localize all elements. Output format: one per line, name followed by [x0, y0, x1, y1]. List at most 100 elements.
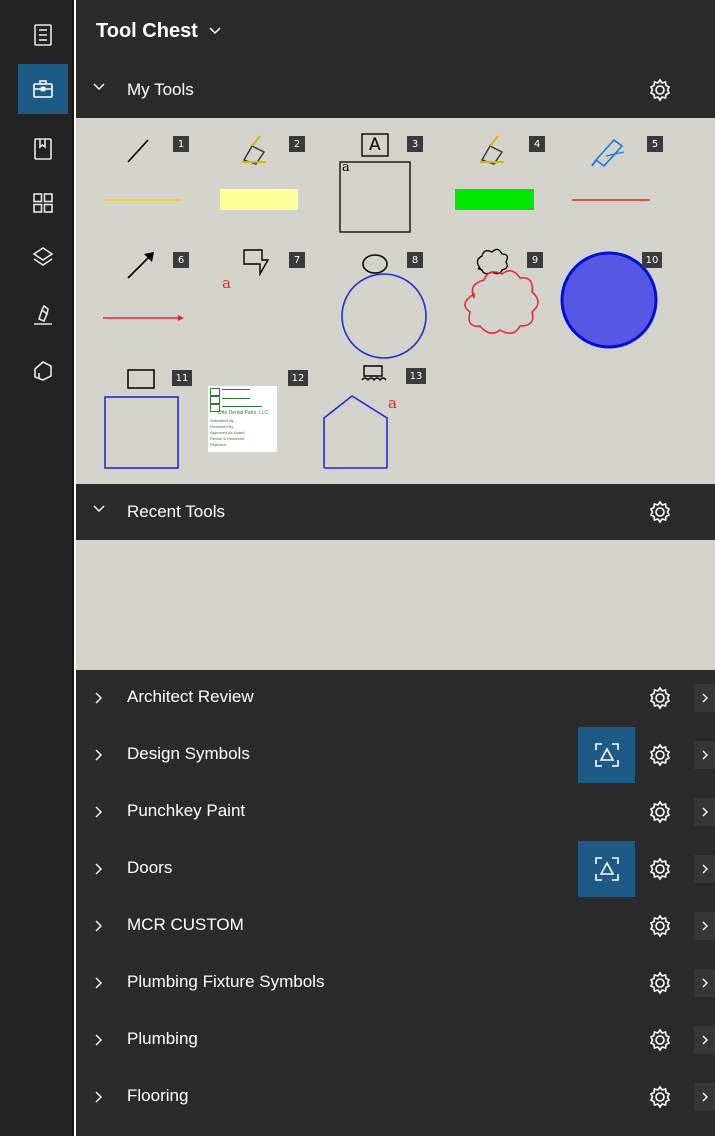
chevron-right-icon[interactable] — [94, 976, 104, 990]
expand-arrow[interactable] — [694, 684, 715, 712]
chevron-right-icon — [702, 1092, 708, 1102]
chevron-down-icon[interactable] — [92, 504, 106, 514]
recent-tools-area — [76, 540, 715, 670]
tool-number-badge: 7 — [289, 252, 305, 268]
polyline-text-sample: a — [388, 394, 397, 412]
gear-icon[interactable] — [648, 500, 672, 524]
gear-icon[interactable] — [648, 1085, 672, 1109]
chevron-right-icon — [702, 978, 708, 988]
bookmarks-icon[interactable] — [18, 124, 68, 174]
chevron-right-icon — [702, 750, 708, 760]
expand-arrow[interactable] — [694, 969, 715, 997]
rectangle-tool[interactable] — [104, 369, 179, 469]
panel-title: Tool Chest — [96, 19, 198, 42]
category-row[interactable]: Punchkey Paint — [76, 784, 715, 840]
chevron-right-icon[interactable] — [94, 1090, 104, 1104]
layers-icon[interactable] — [18, 232, 68, 282]
chevron-down-icon[interactable] — [208, 26, 222, 36]
tool-number-badge: 12 — [288, 370, 308, 386]
text-box-label: A — [369, 135, 381, 155]
chevron-right-icon — [702, 921, 708, 931]
properties-icon[interactable] — [18, 10, 68, 60]
category-row[interactable]: MCR CUSTOM — [76, 898, 715, 954]
thumbnails-icon[interactable] — [18, 178, 68, 228]
expand-arrow[interactable] — [694, 798, 715, 826]
section-header-recent-tools[interactable]: Recent Tools — [76, 484, 715, 540]
tool-number-badge: 8 — [407, 252, 423, 268]
category-label: Plumbing — [127, 1029, 198, 1048]
my-tools-area: 1 2 3 4 5 6 7 8 9 10 11 12 13 A a a a — [76, 118, 715, 484]
expand-arrow[interactable] — [694, 855, 715, 883]
stamp-line: Rejected — [210, 442, 226, 447]
tool-number-badge: 4 — [529, 136, 545, 152]
expand-arrow[interactable] — [694, 1026, 715, 1054]
category-label: Punchkey Paint — [127, 801, 246, 820]
category-row[interactable]: Design Symbols — [76, 727, 715, 783]
tool-drawings — [103, 133, 658, 469]
tool-number-badge: 9 — [527, 252, 543, 268]
capture-button[interactable] — [578, 841, 635, 897]
stamp-thumbnail[interactable]: Otto Dental Parts, LLC Submitted By Revi… — [207, 385, 278, 453]
chevron-right-icon — [702, 1035, 708, 1045]
category-row[interactable]: Architect Review — [76, 670, 715, 726]
left-icon-rail — [0, 0, 74, 1136]
gear-icon[interactable] — [648, 686, 672, 710]
tool-number-badge: 13 — [406, 368, 426, 384]
panel-title-bar[interactable]: Tool Chest — [76, 0, 715, 62]
tool-number-badge: 3 — [407, 136, 423, 152]
tool-number-badge: 5 — [647, 136, 663, 152]
chevron-right-icon[interactable] — [94, 862, 104, 876]
category-label: Plumbing Fixture Symbols — [127, 972, 325, 991]
line-tool[interactable] — [103, 139, 181, 201]
capture-button[interactable] — [578, 727, 635, 783]
chevron-down-icon[interactable] — [92, 82, 106, 92]
toolbox-icon[interactable] — [18, 64, 68, 114]
callout-text-sample: a — [222, 274, 231, 292]
section-header-my-tools[interactable]: My Tools — [76, 62, 715, 118]
gear-icon[interactable] — [648, 78, 672, 102]
section-label: My Tools — [127, 80, 194, 99]
category-row[interactable]: Flooring — [76, 1069, 715, 1125]
chevron-right-icon — [702, 693, 708, 703]
highlighter-tool-green[interactable] — [455, 135, 534, 210]
chevron-right-icon[interactable] — [94, 748, 104, 762]
category-label: Design Symbols — [127, 744, 250, 763]
spaces-icon[interactable] — [18, 346, 68, 396]
tool-number-badge: 2 — [289, 136, 305, 152]
stamp-title: Otto Dental Parts, LLC — [217, 410, 269, 416]
gear-icon[interactable] — [648, 800, 672, 824]
category-row[interactable]: Plumbing — [76, 1012, 715, 1068]
chevron-right-icon[interactable] — [94, 919, 104, 933]
stamp-line: Approved As Noted — [210, 430, 245, 435]
chevron-right-icon[interactable] — [94, 1033, 104, 1047]
callout-tool[interactable] — [243, 249, 270, 277]
arrow-tool[interactable] — [103, 252, 184, 321]
gear-icon[interactable] — [648, 971, 672, 995]
category-row[interactable]: Plumbing Fixture Symbols — [76, 955, 715, 1011]
tool-number-badge: 1 — [173, 136, 189, 152]
text-sample: a — [342, 160, 350, 175]
gear-icon[interactable] — [648, 743, 672, 767]
tool-number-badge: 6 — [173, 252, 189, 268]
expand-arrow[interactable] — [694, 741, 715, 769]
chevron-right-icon[interactable] — [94, 691, 104, 705]
chevron-right-icon[interactable] — [94, 805, 104, 819]
ellipse-tool[interactable] — [341, 254, 427, 359]
highlighter-tool-yellow[interactable] — [220, 135, 298, 210]
gear-icon[interactable] — [648, 1028, 672, 1052]
capture-symbol-icon — [594, 743, 619, 767]
gear-icon[interactable] — [648, 857, 672, 881]
tool-chest-panel: Tool Chest My Tools 1 2 3 4 5 6 7 8 9 10… — [76, 0, 715, 1136]
category-row[interactable]: Doors — [76, 841, 715, 897]
category-label: Doors — [127, 858, 173, 877]
pen-tool[interactable] — [572, 138, 650, 201]
gear-icon[interactable] — [648, 914, 672, 938]
expand-arrow[interactable] — [694, 912, 715, 940]
signature-icon[interactable] — [18, 290, 68, 340]
section-label: Recent Tools — [127, 502, 225, 521]
polyline-tool[interactable] — [323, 365, 388, 469]
category-label: Architect Review — [127, 687, 254, 706]
stamp-line: Reviewed By — [210, 424, 234, 429]
stamp-line: Submitted By — [210, 418, 234, 423]
expand-arrow[interactable] — [694, 1083, 715, 1111]
